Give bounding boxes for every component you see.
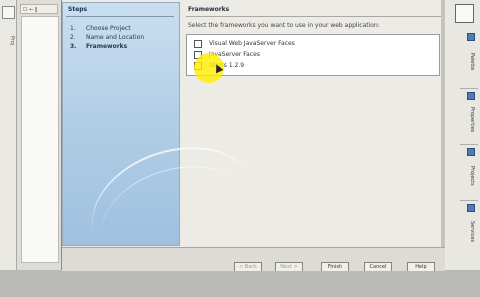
step-number: 1. xyxy=(70,25,76,32)
steps-title: Steps xyxy=(68,6,88,13)
step-label: Frameworks xyxy=(86,43,128,50)
side-tab-divider xyxy=(460,200,478,201)
properties-icon xyxy=(467,92,475,100)
side-tab-divider xyxy=(460,144,478,145)
frameworks-divider xyxy=(186,16,442,17)
framework-row[interactable]: Visual Web JavaServer Faces xyxy=(194,38,295,49)
step-label: Choose Project xyxy=(86,25,131,32)
step-label: Name and Location xyxy=(86,34,145,41)
step-number: 3. xyxy=(70,43,77,50)
framework-checkbox[interactable] xyxy=(194,39,202,48)
steps-divider xyxy=(66,16,174,17)
projects-icon xyxy=(467,148,475,156)
projects-tree[interactable] xyxy=(21,16,59,263)
side-tab-divider xyxy=(460,88,478,89)
frameworks-instruction: Select the frameworks you want to use in… xyxy=(188,22,380,29)
step-item-current: 3. Frameworks xyxy=(70,43,127,50)
step-item: 1. Choose Project xyxy=(70,25,131,32)
step-item: 2. Name and Location xyxy=(70,34,144,41)
left-strip-label: Proj xyxy=(9,36,15,46)
dialog-scrollbar[interactable] xyxy=(441,0,445,248)
side-tab-palette[interactable]: Palette xyxy=(465,42,475,82)
side-tab-properties[interactable]: Properties xyxy=(465,100,475,140)
left-toolbar-icon[interactable] xyxy=(2,6,15,19)
framework-label: Visual Web JavaServer Faces xyxy=(209,40,295,47)
services-icon xyxy=(467,204,475,212)
palette-icon xyxy=(467,33,475,41)
side-tab-services[interactable]: Services xyxy=(465,212,475,252)
frameworks-title: Frameworks xyxy=(188,6,230,13)
side-tab-projects[interactable]: Projects xyxy=(465,156,475,196)
step-number: 2. xyxy=(70,34,76,41)
minimize-panel-button[interactable] xyxy=(455,4,474,23)
projects-panel-header[interactable]: ☐ ← ‖ xyxy=(20,4,58,14)
